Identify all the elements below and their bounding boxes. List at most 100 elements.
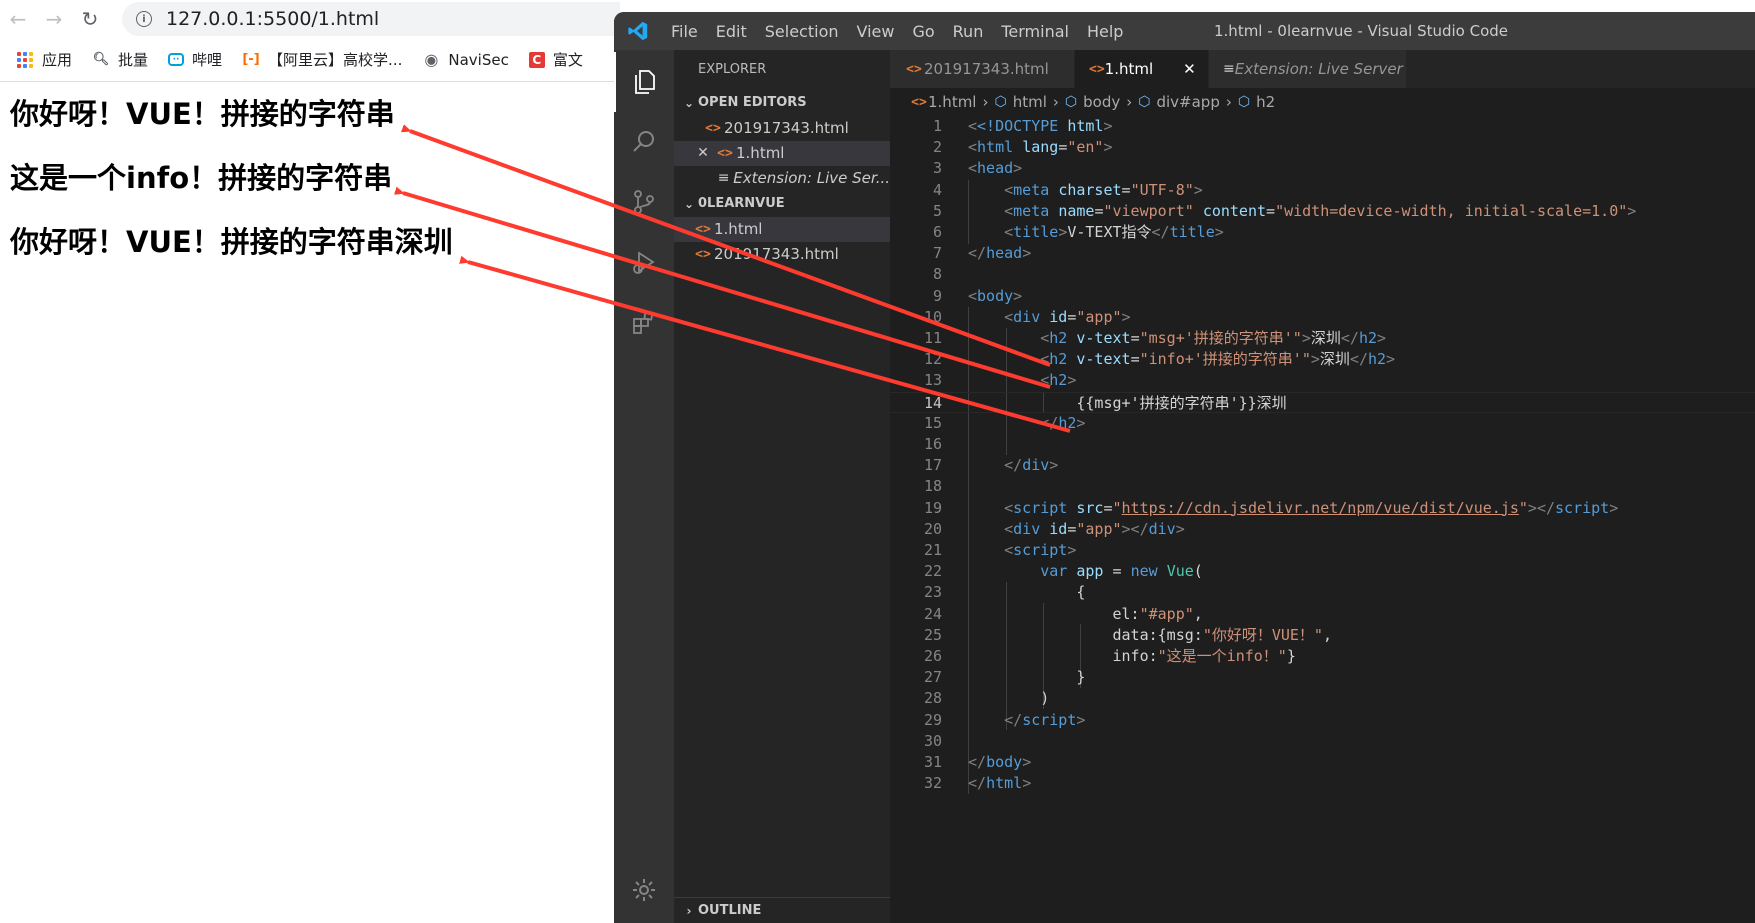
bookmark-label: 富文 bbox=[552, 51, 583, 69]
chevron-right-icon: › bbox=[1052, 93, 1059, 111]
output-heading-1: 你好呀！VUE！拼接的字符串 bbox=[10, 97, 395, 131]
code-line: 25 data:{msg:"你好呀！VUE！", bbox=[923, 625, 1332, 644]
code-line: 12 <h2 v-text="info+'拼接的字符串'">深圳</h2> bbox=[923, 350, 1396, 369]
code-line: 21 <script> bbox=[923, 541, 1077, 559]
code-line: 3 <head> bbox=[932, 159, 1023, 178]
menu-go[interactable]: Go bbox=[903, 22, 943, 41]
code-editor[interactable]: 1 <<!DOCTYPE html> 2 <html lang="en"> 3 <he… bbox=[890, 116, 1755, 923]
breadcrumb-item[interactable]: 1.html bbox=[928, 93, 976, 111]
html-file-icon: <> bbox=[906, 61, 922, 77]
breadcrumb-item[interactable]: h2 bbox=[1256, 93, 1275, 111]
reload-icon[interactable]: ↻ bbox=[72, 0, 108, 38]
html-file-icon: <> bbox=[1089, 61, 1105, 77]
code-line: 23 { bbox=[923, 583, 1086, 602]
bilibili-icon: ·· bbox=[168, 53, 185, 66]
code-line: 20 <div id="app"></div> bbox=[923, 519, 1185, 538]
search-icon[interactable] bbox=[614, 112, 674, 172]
code-line: 24 el:"#app", bbox=[923, 604, 1203, 623]
open-editor-item[interactable]: <> 201917343.html bbox=[674, 116, 890, 141]
outline-header[interactable]: › OUTLINE bbox=[674, 897, 890, 923]
url-text: 127.0.0.1:5500/1.html bbox=[166, 8, 380, 30]
project-file-item[interactable]: <> 1.html bbox=[674, 217, 890, 242]
info-icon[interactable]: i bbox=[136, 11, 152, 27]
menu-selection[interactable]: Selection bbox=[756, 22, 848, 41]
element-icon: ⬡ bbox=[994, 94, 1007, 110]
output-heading-3: 你好呀！VUE！拼接的字符串深圳 bbox=[10, 225, 453, 259]
window-title: 1.html - 0learnvue - Visual Studio Code bbox=[1214, 22, 1509, 40]
tab-1-html[interactable]: <> 1.html ✕ bbox=[1075, 50, 1209, 88]
chevron-down-icon: ⌄ bbox=[683, 197, 695, 211]
code-line: 27 } bbox=[923, 668, 1086, 687]
breadcrumb-item[interactable]: div#app bbox=[1156, 93, 1219, 111]
element-icon: ⬡ bbox=[1237, 94, 1251, 110]
search-icon: 🔍︎ bbox=[92, 52, 110, 67]
address-bar: ← → ↻ i 127.0.0.1:5500/1.html bbox=[0, 0, 620, 38]
bookmark-fuwen[interactable]: C 富文 bbox=[528, 49, 583, 70]
code-line: 2 <html lang="en"> bbox=[932, 138, 1113, 157]
bookmark-aliyun[interactable]: [-] 【阿里云】高校学... bbox=[242, 49, 402, 70]
browser-window: ← → ↻ i 127.0.0.1:5500/1.html 应用 🔍︎ 批量 ·… bbox=[0, 0, 620, 923]
output-heading-2: 这是一个info！拼接的字符串 bbox=[10, 161, 393, 195]
code-line: 28 ) bbox=[923, 689, 1050, 708]
forward-arrow-icon[interactable]: → bbox=[36, 0, 72, 38]
explorer-icon[interactable] bbox=[614, 52, 674, 112]
code-line: 8 bbox=[932, 265, 942, 284]
bookmark-piliang[interactable]: 🔍︎ 批量 bbox=[92, 49, 148, 70]
bookmark-apps[interactable]: 应用 bbox=[16, 49, 72, 70]
preview-icon: ≡ bbox=[1223, 61, 1235, 77]
title-bar: File Edit Selection View Go Run Terminal… bbox=[614, 12, 1755, 50]
bookmark-label: 哔哩 bbox=[192, 51, 223, 69]
breadcrumb: <> 1.html › ⬡ html › ⬡ body › ⬡ div#app … bbox=[890, 88, 1755, 116]
explorer-sidebar: EXPLORER ⌄ OPEN EDITORS <> 201917343.htm… bbox=[674, 50, 890, 923]
menu-edit[interactable]: Edit bbox=[707, 22, 756, 41]
preview-icon: ≡ bbox=[717, 170, 730, 186]
code-line: 9 <body> bbox=[932, 286, 1023, 305]
c-logo-icon: C bbox=[528, 51, 545, 68]
gear-icon[interactable] bbox=[614, 860, 674, 920]
back-arrow-icon[interactable]: ← bbox=[0, 0, 36, 38]
menu-help[interactable]: Help bbox=[1078, 22, 1132, 41]
open-editor-item-active[interactable]: ✕ <> 1.html bbox=[674, 141, 890, 166]
globe-icon: ◉ bbox=[424, 50, 439, 69]
close-icon[interactable]: ✕ bbox=[692, 141, 714, 166]
element-icon: ⬡ bbox=[1138, 94, 1151, 110]
bookmark-label: 应用 bbox=[42, 51, 73, 69]
source-control-icon[interactable] bbox=[614, 172, 674, 232]
explorer-title: EXPLORER bbox=[698, 62, 767, 77]
project-folder-header[interactable]: ⌄ 0LEARNVUE bbox=[674, 191, 890, 217]
tab-201917343[interactable]: <> 201917343.html bbox=[890, 50, 1075, 88]
chevron-down-icon: ⌄ bbox=[683, 96, 695, 110]
apps-grid-icon bbox=[16, 51, 34, 69]
extensions-icon[interactable] bbox=[614, 292, 674, 352]
open-editor-item[interactable]: ≡ Extension: Live Ser... bbox=[674, 166, 890, 191]
open-editors-header[interactable]: ⌄ OPEN EDITORS bbox=[674, 90, 890, 116]
chevron-right-icon: › bbox=[686, 903, 692, 918]
activity-bar bbox=[614, 50, 674, 923]
menu-terminal[interactable]: Terminal bbox=[992, 22, 1078, 41]
run-debug-icon[interactable] bbox=[614, 232, 674, 292]
code-line: 1 <<!DOCTYPE html> bbox=[932, 117, 1113, 135]
project-file-item[interactable]: <> 201917343.html bbox=[674, 242, 890, 267]
bookmark-bilibili[interactable]: ·· 哔哩 bbox=[168, 49, 222, 70]
html-file-icon: <> bbox=[705, 121, 721, 136]
code-line-current: 14 {{msg+'拼接的字符串'}}深圳 bbox=[890, 391, 1755, 413]
code-line: 4 <meta charset="UTF-8"> bbox=[932, 180, 1203, 199]
menu-run[interactable]: Run bbox=[944, 22, 993, 41]
html-file-icon: <> bbox=[695, 222, 711, 237]
code-line: 13 <h2> bbox=[923, 371, 1077, 390]
close-icon[interactable]: ✕ bbox=[1183, 60, 1196, 78]
page-content: 你好呀！VUE！拼接的字符串 这是一个info！拼接的字符串 你好呀！VUE！拼… bbox=[0, 82, 620, 274]
breadcrumb-item[interactable]: html bbox=[1013, 93, 1047, 111]
menu-view[interactable]: View bbox=[848, 22, 904, 41]
url-field[interactable]: i 127.0.0.1:5500/1.html bbox=[122, 2, 620, 36]
code-line: 7 </head> bbox=[932, 244, 1032, 263]
menu-file[interactable]: File bbox=[662, 22, 707, 41]
bookmark-label: NaviSec bbox=[448, 50, 509, 69]
breadcrumb-item[interactable]: body bbox=[1083, 93, 1120, 111]
bookmark-navisec[interactable]: ◉ NaviSec bbox=[422, 50, 509, 69]
code-line: 31 </body> bbox=[923, 753, 1032, 771]
chevron-right-icon: › bbox=[1225, 93, 1232, 111]
tab-live-server[interactable]: ≡ Extension: Live Server bbox=[1209, 50, 1407, 88]
editor-tabs: <> 201917343.html <> 1.html ✕ ≡ Extensio… bbox=[890, 50, 1755, 88]
code-line: 30 bbox=[923, 731, 942, 750]
